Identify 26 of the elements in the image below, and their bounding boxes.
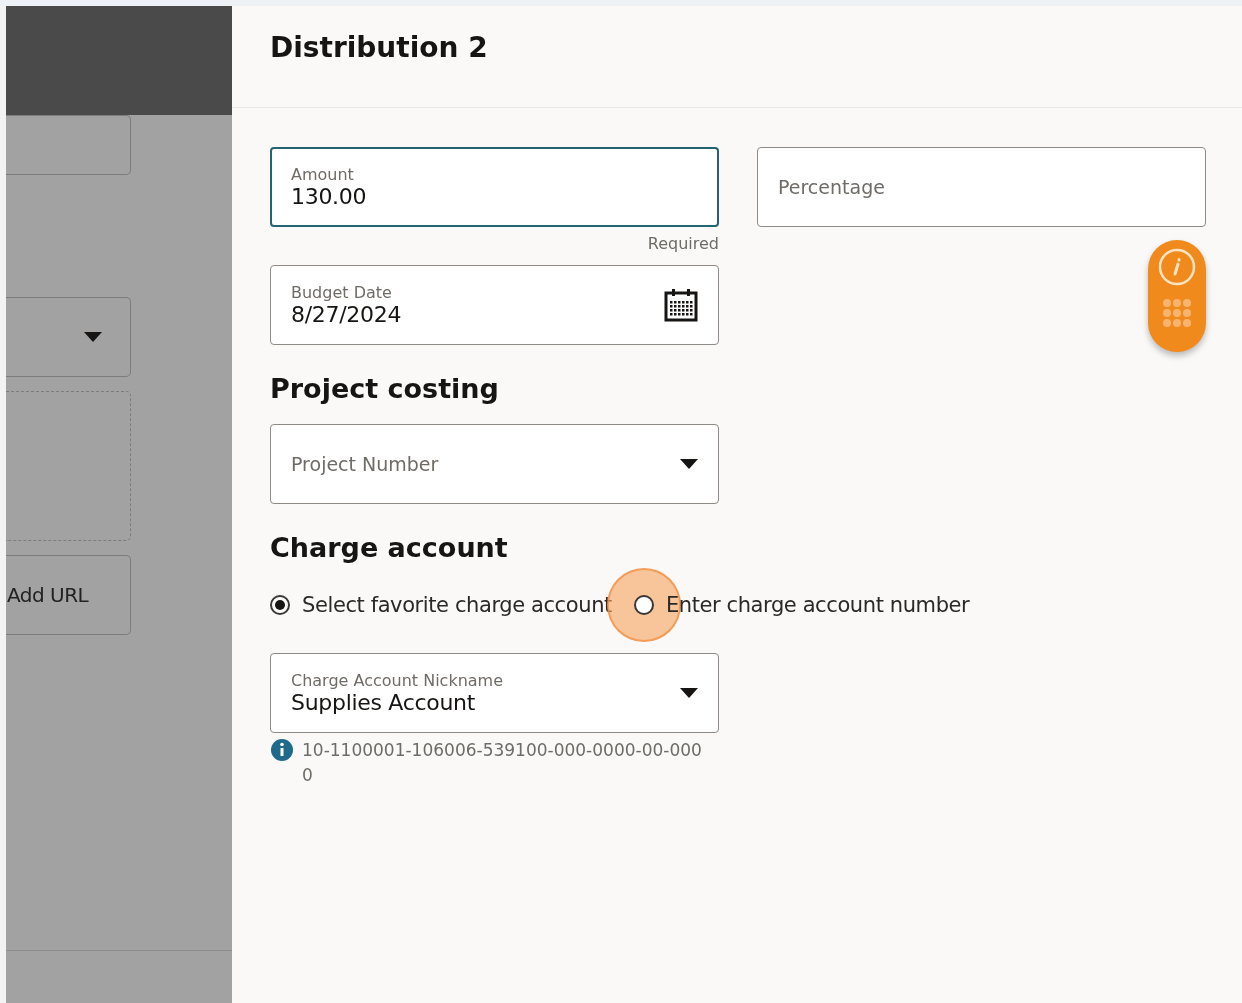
- caret-icon: [680, 459, 698, 469]
- field-value: Supplies Account: [291, 690, 477, 715]
- field-value: 8/27/2024: [291, 302, 403, 327]
- percentage-field[interactable]: Percentage: [757, 147, 1206, 227]
- project-number-select[interactable]: Project Number: [270, 424, 719, 504]
- field-placeholder: Percentage: [778, 176, 885, 198]
- helper-text: Required: [647, 234, 719, 253]
- radio-button[interactable]: [270, 595, 290, 615]
- field-label: Amount: [291, 165, 355, 184]
- field-label: Charge Account Nickname: [291, 671, 505, 690]
- field-placeholder: Project Number: [291, 453, 440, 475]
- section-heading: Charge account: [270, 532, 509, 563]
- account-number-text: 10-1100001-106006-539100-000-0000-00-0000: [302, 739, 702, 787]
- caret-icon: [680, 688, 698, 698]
- panel-title: Distribution 2: [270, 31, 488, 64]
- field-value: 130.00: [291, 184, 368, 209]
- info-icon: [270, 738, 294, 762]
- radio-button[interactable]: [633, 595, 654, 615]
- section-heading: Project costing: [270, 373, 500, 404]
- field-label: Budget Date: [291, 283, 393, 302]
- nickname-select[interactable]: Charge Account Nickname Supplies Account: [270, 653, 719, 733]
- budget-date-field[interactable]: Budget Date 8/27/2024: [270, 265, 719, 345]
- add-url-button[interactable]: Add URL: [6, 555, 131, 635]
- calendar-icon[interactable]: [664, 288, 698, 322]
- caret-icon: [84, 332, 102, 342]
- amount-field[interactable]: Amount 130.00: [270, 147, 719, 227]
